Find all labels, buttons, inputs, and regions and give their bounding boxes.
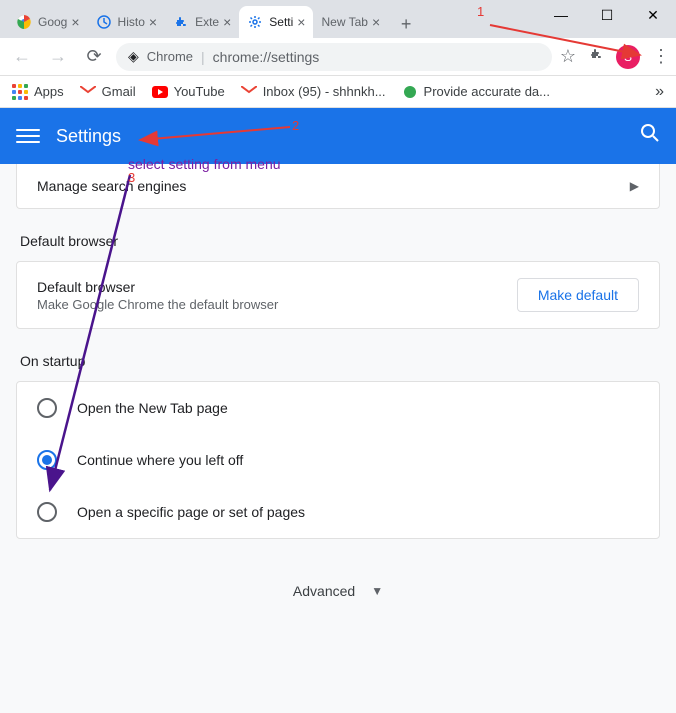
extension-icon bbox=[173, 14, 189, 30]
apps-icon bbox=[12, 84, 28, 100]
startup-option-new-tab[interactable]: Open the New Tab page bbox=[17, 382, 659, 434]
startup-option-specific[interactable]: Open a specific page or set of pages bbox=[17, 486, 659, 538]
bookmark-provide[interactable]: Provide accurate da... bbox=[402, 84, 550, 100]
chevron-right-icon: ▶ bbox=[630, 179, 639, 193]
site-info-icon[interactable]: ◈ bbox=[128, 48, 139, 65]
tab-label: Goog bbox=[38, 15, 67, 29]
tab-google[interactable]: Goog × bbox=[8, 6, 88, 38]
url-text: chrome://settings bbox=[213, 49, 320, 65]
chevron-down-icon: ▼ bbox=[371, 584, 383, 598]
close-tab-icon[interactable]: × bbox=[149, 14, 157, 30]
default-browser-subtitle: Make Google Chrome the default browser bbox=[37, 297, 278, 312]
gmail-icon bbox=[80, 84, 96, 100]
bookmark-label: Provide accurate da... bbox=[424, 84, 550, 99]
menu-button[interactable]: ⋮ bbox=[652, 46, 668, 67]
bookmark-label: Gmail bbox=[102, 84, 136, 99]
avatar[interactable]: S bbox=[616, 45, 640, 69]
chrome-icon bbox=[16, 14, 32, 30]
bookmark-star-icon[interactable]: ☆ bbox=[560, 46, 576, 67]
search-icon[interactable] bbox=[640, 123, 660, 149]
new-tab-button[interactable]: + bbox=[392, 10, 420, 38]
default-browser-card: Default browser Make Google Chrome the d… bbox=[16, 261, 660, 329]
settings-header: Settings bbox=[0, 108, 676, 164]
bookmarks-bar: Apps Gmail YouTube Inbox (95) - shhnkh..… bbox=[0, 76, 676, 108]
address-bar[interactable]: ◈ Chrome | chrome://settings bbox=[116, 43, 552, 71]
settings-icon bbox=[247, 14, 263, 30]
default-browser-section-title: Default browser bbox=[0, 233, 676, 261]
tab-settings[interactable]: Setti × bbox=[239, 6, 313, 38]
default-browser-title: Default browser bbox=[37, 279, 278, 295]
reload-button[interactable]: ⟳ bbox=[80, 43, 108, 71]
radio-button[interactable] bbox=[37, 398, 57, 418]
radio-label: Open the New Tab page bbox=[77, 400, 228, 416]
close-tab-icon[interactable]: × bbox=[223, 14, 231, 30]
radio-label: Open a specific page or set of pages bbox=[77, 504, 305, 520]
settings-content: Manage search engines ▶ Default browser … bbox=[0, 164, 676, 713]
close-tab-icon[interactable]: × bbox=[71, 14, 79, 30]
secure-label: Chrome bbox=[147, 49, 193, 64]
bookmark-label: Apps bbox=[34, 84, 64, 99]
youtube-icon bbox=[152, 84, 168, 100]
bookmark-inbox[interactable]: Inbox (95) - shhnkh... bbox=[241, 84, 386, 100]
forward-button[interactable]: → bbox=[44, 43, 72, 71]
bookmarks-overflow[interactable]: » bbox=[655, 83, 664, 101]
tab-extensions[interactable]: Exte × bbox=[165, 6, 239, 38]
startup-option-continue[interactable]: Continue where you left off bbox=[17, 434, 659, 486]
close-tab-icon[interactable]: × bbox=[297, 14, 305, 30]
make-default-button[interactable]: Make default bbox=[517, 278, 639, 312]
startup-card: Open the New Tab page Continue where you… bbox=[16, 381, 660, 539]
manage-search-engines-row[interactable]: Manage search engines ▶ bbox=[17, 164, 659, 208]
tab-label: New Tab bbox=[321, 15, 367, 29]
radio-button[interactable] bbox=[37, 450, 57, 470]
extensions-icon[interactable] bbox=[588, 46, 604, 67]
tab-label: Setti bbox=[269, 15, 293, 29]
advanced-label: Advanced bbox=[293, 583, 355, 599]
toolbar: ← → ⟳ ◈ Chrome | chrome://settings ☆ S ⋮ bbox=[0, 38, 676, 76]
search-engine-card: Manage search engines ▶ bbox=[16, 164, 660, 209]
close-tab-icon[interactable]: × bbox=[372, 14, 380, 30]
bookmark-apps[interactable]: Apps bbox=[12, 84, 64, 100]
startup-section-title: On startup bbox=[0, 353, 676, 381]
tab-label: Exte bbox=[195, 15, 219, 29]
gmail-icon bbox=[241, 84, 257, 100]
radio-button[interactable] bbox=[37, 502, 57, 522]
menu-icon[interactable] bbox=[16, 124, 40, 148]
bookmark-youtube[interactable]: YouTube bbox=[152, 84, 225, 100]
maximize-button[interactable]: ☐ bbox=[584, 0, 630, 30]
page-title: Settings bbox=[56, 126, 121, 147]
row-label: Manage search engines bbox=[37, 178, 186, 194]
minimize-button[interactable]: — bbox=[538, 0, 584, 30]
radio-label: Continue where you left off bbox=[77, 452, 243, 468]
close-window-button[interactable]: ✕ bbox=[630, 0, 676, 30]
back-button[interactable]: ← bbox=[8, 43, 36, 71]
globe-icon bbox=[402, 84, 418, 100]
tab-history[interactable]: Histo × bbox=[88, 6, 166, 38]
tab-label: Histo bbox=[118, 15, 145, 29]
bookmark-label: YouTube bbox=[174, 84, 225, 99]
tab-new-tab[interactable]: New Tab × bbox=[313, 6, 388, 38]
bookmark-gmail[interactable]: Gmail bbox=[80, 84, 136, 100]
bookmark-label: Inbox (95) - shhnkh... bbox=[263, 84, 386, 99]
advanced-toggle[interactable]: Advanced ▼ bbox=[0, 563, 676, 619]
history-icon bbox=[96, 14, 112, 30]
